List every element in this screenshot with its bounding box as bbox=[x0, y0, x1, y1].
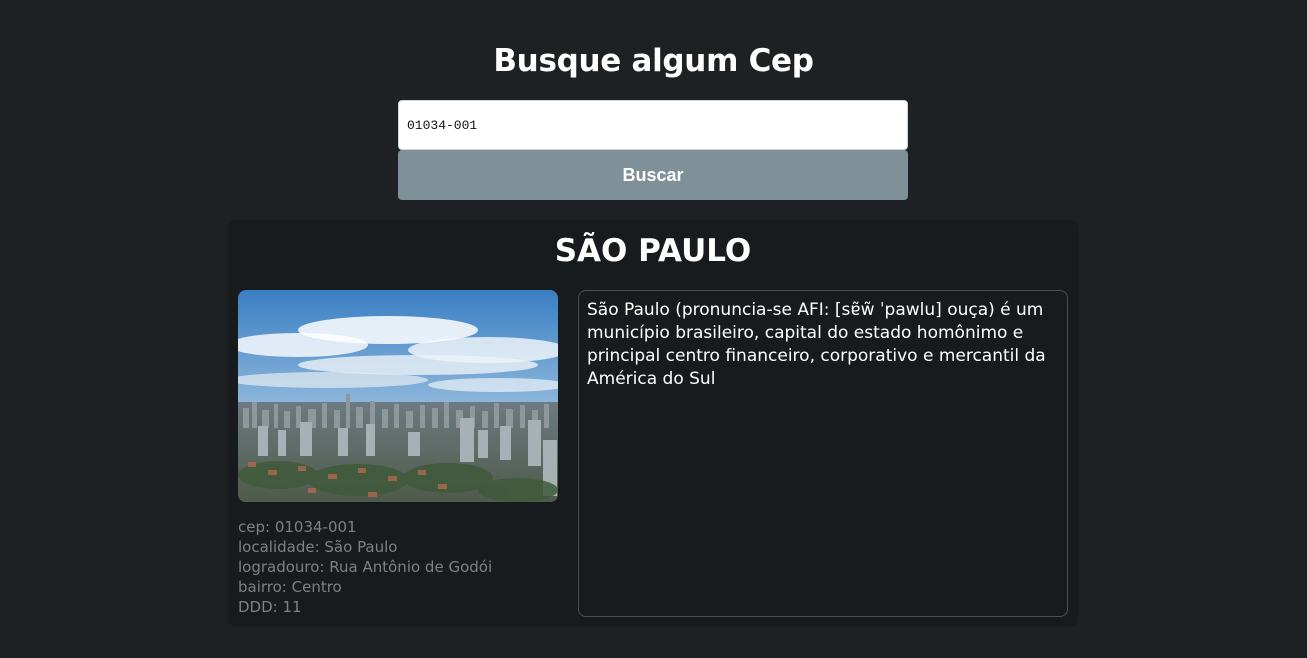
search-button[interactable]: Buscar bbox=[398, 150, 908, 200]
bairro-info: bairro: Centro bbox=[238, 578, 342, 596]
city-description[interactable]: São Paulo (pronuncia-se AFI: [sɐ̃w̃ ˈpaw… bbox=[578, 290, 1068, 617]
address-info: cep: 01034-001 localidade: São Paulo log… bbox=[238, 517, 568, 617]
localidade-info: localidade: São Paulo bbox=[238, 538, 398, 556]
result-card: SÃO PAULO cep: 01034-001 localidade: São… bbox=[228, 220, 1078, 626]
page: Busque algum Cep Buscar SÃO PAULO bbox=[0, 0, 1307, 658]
logradouro-info: logradouro: Rua Antônio de Godói bbox=[238, 558, 493, 576]
city-skyline-image bbox=[238, 290, 558, 502]
cep-search-input[interactable] bbox=[398, 100, 908, 150]
city-name: SÃO PAULO bbox=[554, 233, 752, 269]
ddd-info: DDD: 11 bbox=[238, 598, 302, 616]
page-title: Busque algum Cep bbox=[493, 43, 814, 79]
cep-info: cep: 01034-001 bbox=[238, 518, 357, 536]
